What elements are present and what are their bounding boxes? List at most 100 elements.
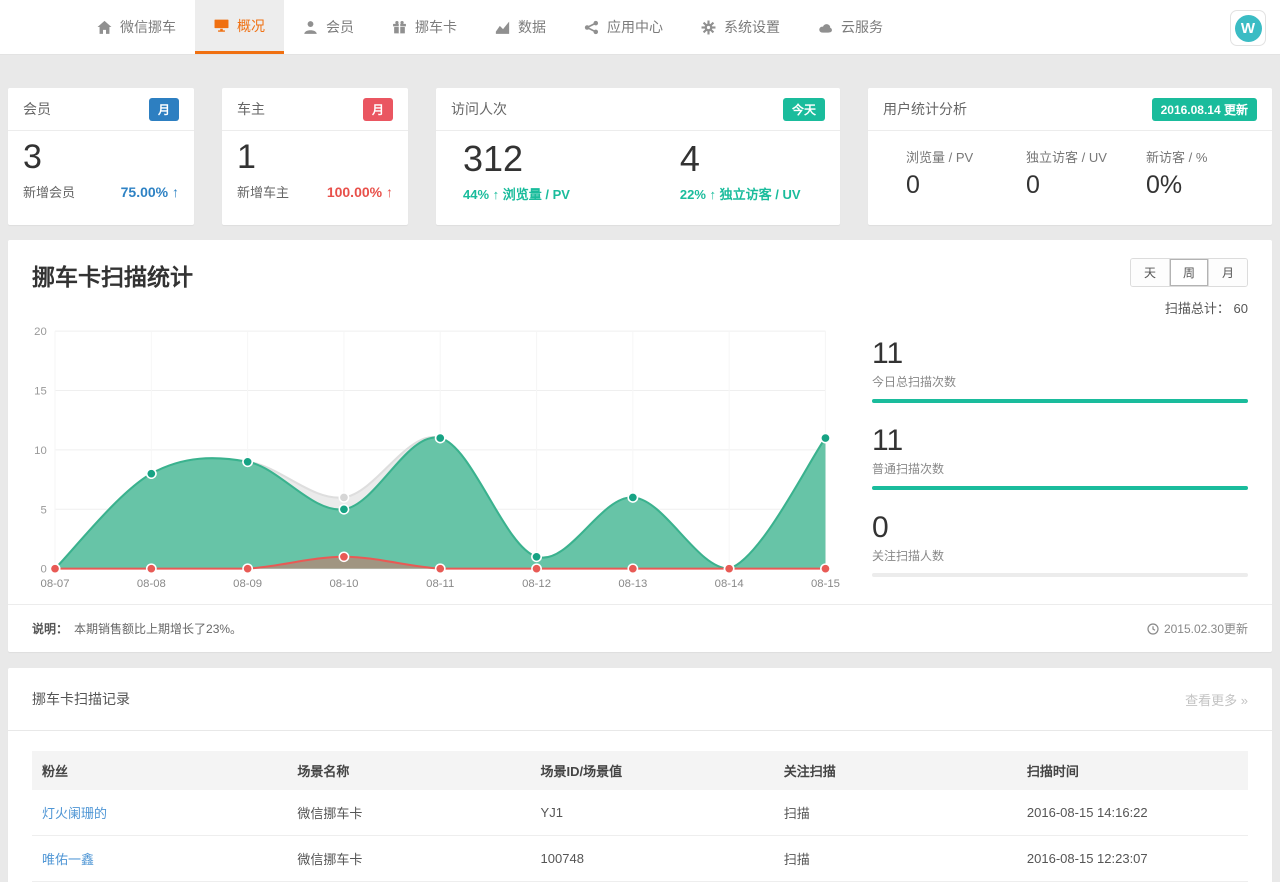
progress-track [872,573,1248,577]
stats-new-visitor-value: 0% [1146,171,1266,200]
user-avatar[interactable]: W [1230,10,1266,46]
member-card-title: 会员 [23,99,51,119]
stat-cards-row: 会员 月 3 新增会员 75.00% ↑ 车主 月 1 新增车主 100.00% [8,55,1272,225]
uv-label: 22% ↑ 独立访客 / UV [680,184,801,203]
progress-track [872,399,1248,403]
table-row: 灯火阑珊的 微信挪车卡 YJ1 扫描 2016-08-15 14:16:22 [32,790,1248,836]
cloud-icon [818,20,833,35]
owner-period-badge: 月 [363,98,393,121]
progress-fill [872,399,1248,403]
home-icon [97,20,112,35]
svg-text:08-14: 08-14 [715,578,744,590]
tab-month[interactable]: 月 [1208,259,1247,286]
nav-items: 微信挪车 概况 会员 挪车卡 数据 应用中心 系统设置 云服务 [0,0,1280,54]
owner-card: 车主 月 1 新增车主 100.00% ↑ [222,88,408,225]
owner-count: 1 [237,137,393,178]
col-scene-name: 场景名称 [287,751,530,790]
scan-side-stats: 11 今日总扫描次数 11 普通扫描次数 0 关注扫描人数 [844,321,1248,598]
follow-scans: 0 关注扫描人数 [872,511,1248,577]
scan-total-value: 60 [1234,301,1248,316]
svg-text:5: 5 [40,504,46,516]
nav-item-nuocheka[interactable]: 挪车卡 [373,0,476,54]
svg-text:08-12: 08-12 [522,578,551,590]
fan-link[interactable]: 灯火阑珊的 [42,806,107,821]
clock-icon [1147,623,1159,635]
navbar: 微信挪车 概况 会员 挪车卡 数据 应用中心 系统设置 云服务 [0,0,1280,55]
svg-text:15: 15 [34,386,47,398]
tab-day[interactable]: 天 [1131,259,1169,286]
svg-text:10: 10 [34,445,47,457]
nav-item-cloud-service[interactable]: 云服务 [799,0,902,54]
nav-item-member[interactable]: 会员 [284,0,373,54]
stats-pv-label: 浏览量 / PV [906,147,1026,166]
nav-item-data[interactable]: 数据 [476,0,565,54]
nav-item-system-settings[interactable]: 系统设置 [682,0,799,54]
today-total-scans: 11 今日总扫描次数 [872,337,1248,403]
uv-value: 4 [680,137,801,180]
user-stats-title: 用户统计分析 [883,99,967,119]
stats-new-visitor-metric: 新访客 / % 0% [1146,147,1266,200]
nav-item-label: 微信挪车 [120,17,176,37]
nav-item-label: 挪车卡 [415,17,457,37]
records-table: 粉丝 场景名称 场景ID/场景值 关注扫描 扫描时间 灯火阑珊的 微信挪车卡 Y… [32,751,1248,882]
fan-link[interactable]: 唯佑一鑫 [42,852,94,867]
stats-new-visitor-label: 新访客 / % [1146,147,1266,166]
today-total-scans-value: 11 [872,337,1248,370]
chart-updated: 2015.02.30更新 [1147,620,1248,637]
page-content: 会员 月 3 新增会员 75.00% ↑ 车主 月 1 新增车主 100.00% [0,55,1280,882]
col-fan: 粉丝 [32,751,287,790]
note-text: 本期销售额比上期增长了23%。 [74,622,242,636]
pv-label: 44% ↑ 浏览量 / PV [463,184,570,203]
scene-id-cell: 100748 [531,836,774,882]
follow-scans-value: 0 [872,511,1248,544]
svg-text:08-09: 08-09 [233,578,262,590]
svg-text:20: 20 [34,326,47,338]
view-more-link[interactable]: 查看更多 » [1185,690,1248,709]
updated-text: 2015.02.30更新 [1164,620,1248,637]
range-tab-group: 天 周 月 [1130,258,1248,287]
table-row: 唯佑一鑫 微信挪车卡 100748 扫描 2016-08-15 12:23:07 [32,836,1248,882]
svg-text:0: 0 [40,564,46,576]
tab-week[interactable]: 周 [1169,259,1208,286]
scan-stats-card: 挪车卡扫描统计 天 周 月 扫描总计： 60 0510152008-0708-0… [8,240,1272,652]
svg-text:08-08: 08-08 [137,578,166,590]
nav-item-overview[interactable]: 概况 [195,0,284,54]
scene-name-cell: 微信挪车卡 [287,836,530,882]
svg-text:08-11: 08-11 [426,578,454,590]
nav-item-label: 数据 [518,17,546,37]
progress-track [872,486,1248,490]
follow-scan-cell: 扫描 [774,836,1017,882]
monitor-icon [214,18,229,33]
avatar-letter: W [1235,15,1262,42]
progress-fill [872,486,1248,490]
records-header-row: 粉丝 场景名称 场景ID/场景值 关注扫描 扫描时间 [32,751,1248,790]
stats-pv-value: 0 [906,171,1026,200]
chart-note: 说明： 本期销售额比上期增长了23%。 [32,620,242,637]
note-label: 说明： [32,622,68,636]
pv-metric: 312 44% ↑ 浏览量 / PV [463,137,570,203]
records-title: 挪车卡扫描记录 [32,689,130,709]
follow-scan-cell: 扫描 [774,790,1017,836]
scan-stats-title: 挪车卡扫描统计 [32,258,193,292]
visits-today-badge: 今天 [783,98,825,121]
svg-text:08-15: 08-15 [811,578,840,590]
member-percent: 75.00% ↑ [121,184,179,200]
col-follow-scan: 关注扫描 [774,751,1017,790]
uv-metric: 4 22% ↑ 独立访客 / UV [680,137,801,203]
nav-item-label: 应用中心 [607,17,663,37]
user-stats-card: 用户统计分析 2016.08.14 更新 浏览量 / PV 0 独立访客 / U… [868,88,1272,225]
scan-total-label: 扫描总计： [1165,301,1230,316]
user-icon [303,20,318,35]
nav-item-app-center[interactable]: 应用中心 [565,0,682,54]
owner-label: 新增车主 [237,182,289,201]
normal-scans-label: 普通扫描次数 [872,460,1248,477]
stats-uv-value: 0 [1026,171,1146,200]
nav-item-weixin-nuoche[interactable]: 微信挪车 [78,0,195,54]
user-stats-updated-badge: 2016.08.14 更新 [1152,98,1257,121]
nav-item-label: 会员 [326,17,354,37]
normal-scans: 11 普通扫描次数 [872,424,1248,490]
visits-card: 访问人次 今天 312 44% ↑ 浏览量 / PV 4 22% ↑ 独立访客 … [436,88,840,225]
scan-total: 扫描总计： 60 [1130,298,1248,317]
follow-scans-label: 关注扫描人数 [872,547,1248,564]
scan-records-card: 挪车卡扫描记录 查看更多 » 粉丝 场景名称 场景ID/场景值 关注扫描 扫描时… [8,668,1272,882]
